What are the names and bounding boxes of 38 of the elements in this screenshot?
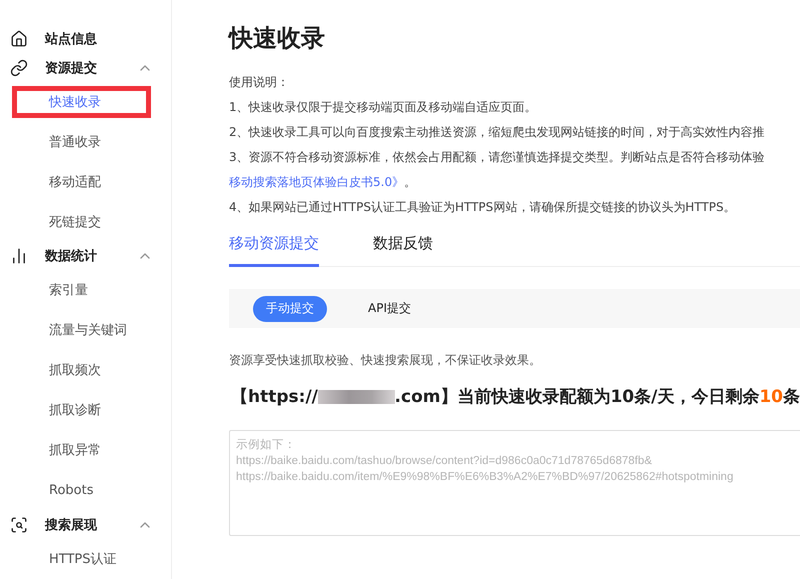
sidebar-group-label: 数据统计 (45, 248, 98, 266)
instruction-text: 1、快速收录仅限于提交移动端页面及移动端自适应页面。 (229, 99, 538, 116)
sidebar-item[interactable]: 流量与关键词 (12, 314, 151, 346)
tab[interactable]: 数据反馈 (373, 224, 433, 267)
chart-icon (10, 247, 28, 266)
instruction-text: 。 (404, 174, 416, 191)
sidebar-item[interactable]: 死链提交 (12, 206, 151, 238)
sidebar-group[interactable]: 数据统计 (0, 242, 171, 270)
sidebar-item[interactable]: Robots (12, 474, 151, 507)
sidebar-group-label: 站点信息 (45, 31, 98, 48)
sidebar-group[interactable]: 搜索展现 (0, 510, 171, 539)
note-text: 资源享受快速抓取校验、快速搜索展现，不保证收录效果。 (229, 352, 542, 369)
sidebar-item[interactable]: 普通收录 (12, 126, 151, 158)
link-icon (10, 58, 28, 77)
instruction-text: 4、如果网站已通过HTTPS认证工具验证为HTTPS网站，请确保所提交链接的协议头为HTTPS。 (229, 199, 737, 216)
sidebar-group-label: 搜索展现 (45, 516, 98, 534)
page-title: 快速收录 (229, 23, 326, 54)
sidebar-item[interactable]: 抓取频次 (12, 354, 151, 386)
instructions-heading: 使用说明： (229, 74, 290, 91)
search-icon (10, 516, 28, 534)
instruction-text: 3、资源不符合移动资源标准，依然会占用配额，请您谨慎选择提交类型。判断站点是否符合移动体验 (229, 149, 766, 166)
sidebar-item[interactable]: HTTPS认证 (12, 542, 151, 575)
sidebar-group[interactable]: 站点信息 (0, 25, 171, 54)
home-icon (10, 30, 28, 48)
sidebar-group[interactable]: 资源提交 (0, 53, 171, 82)
sidebar-item[interactable]: 移动适配 (12, 166, 151, 198)
sub-tab[interactable]: 手动提交 (253, 296, 327, 322)
sidebar-item[interactable]: 抓取诊断 (12, 394, 151, 426)
sidebar-group-label: 资源提交 (45, 60, 98, 77)
sidebar-item[interactable]: 索引量 (12, 274, 151, 306)
url-input-field[interactable]: 示例如下： https://baike.baidu.com/tashuo/browse/content?id=d986c0a0c71d78765d6878fb& https://baike.baidu.com/item/%E9%98%BF%E6%B3%A2%E7%BD%97/20625862#hotspotmining (229, 430, 800, 536)
sidebar-item[interactable]: 快速收录 (12, 86, 151, 118)
quota-heading: 【https:// .com】当前快速收录配额为10条/天，今日剩余10条 (231, 386, 800, 408)
instruction-text: 2、快速收录工具可以向百度搜索主动推送资源，缩短爬虫发现网站链接的时间，对于高实效性内容推 (229, 124, 766, 141)
tab[interactable]: 移动资源提交 (229, 224, 319, 267)
sub-tab[interactable]: API提交 (355, 296, 424, 322)
whitepaper-link[interactable]: 移动搜索落地页体验白皮书5.0》 (229, 170, 404, 195)
sidebar-item[interactable]: 抓取异常 (12, 434, 151, 466)
